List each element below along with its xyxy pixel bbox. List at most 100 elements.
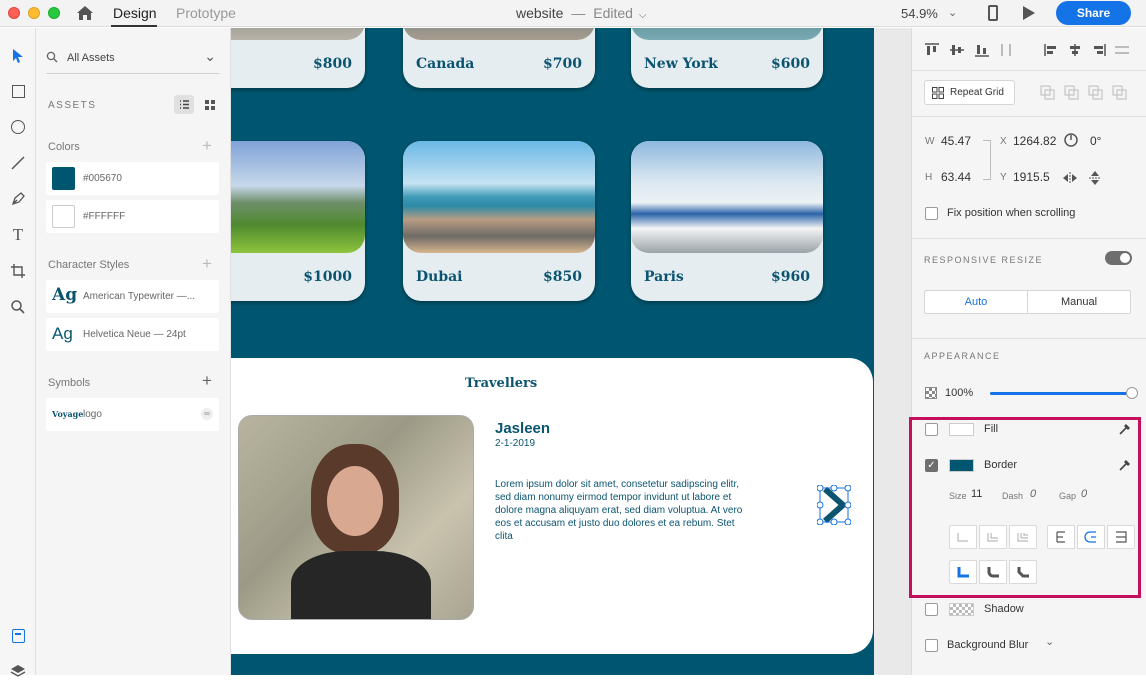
border-dash-field[interactable]: 0 (1030, 488, 1036, 500)
resize-auto-button[interactable]: Auto (924, 290, 1028, 314)
boolean-exclude-icon[interactable] (1112, 85, 1127, 103)
travellers-section[interactable]: Travellers Jasleen 2-1-2019 Lorem ipsum … (231, 358, 873, 654)
character-style-item[interactable]: Ag Helvetica Neue — 24pt (46, 318, 219, 351)
shadow-checkbox[interactable] (925, 603, 938, 616)
minimize-window-button[interactable] (28, 7, 40, 19)
join-bevel-icon[interactable] (1009, 560, 1037, 584)
layers-icon[interactable] (6, 658, 30, 682)
device-preview-icon[interactable] (988, 5, 998, 21)
repeat-grid-button[interactable]: Repeat Grid (924, 80, 1015, 105)
destination-card[interactable]: New York $600 (631, 28, 823, 88)
fill-label: Fill (984, 423, 999, 435)
line-tool-icon[interactable] (6, 151, 30, 175)
add-symbol-icon[interactable]: + (202, 371, 212, 391)
symbol-item[interactable]: Voyage logo ∞ (46, 398, 219, 431)
background-blur-checkbox[interactable] (925, 639, 938, 652)
fix-position-checkbox[interactable] (925, 207, 938, 220)
share-button[interactable]: Share (1056, 1, 1131, 25)
join-round-icon[interactable] (979, 560, 1007, 584)
align-right-icon[interactable] (1090, 43, 1106, 60)
rectangle-tool-icon[interactable] (6, 79, 30, 103)
ellipse-tool-icon[interactable] (6, 115, 30, 139)
shadow-swatch[interactable] (949, 603, 974, 616)
close-window-button[interactable] (8, 7, 20, 19)
border-checkbox[interactable]: ✓ (925, 459, 938, 472)
text-tool-icon[interactable]: T (6, 223, 30, 247)
assets-panel-icon[interactable] (6, 624, 30, 648)
height-field[interactable]: 63.44 (941, 170, 971, 184)
align-middle-icon[interactable] (949, 43, 965, 60)
align-left-icon[interactable] (1044, 43, 1060, 60)
opacity-value[interactable]: 100% (945, 387, 973, 399)
eyedropper-icon[interactable] (1118, 458, 1132, 475)
boolean-intersect-icon[interactable] (1088, 85, 1103, 103)
align-top-icon[interactable] (924, 43, 940, 60)
list-view-icon[interactable] (174, 95, 194, 114)
chevron-down-icon[interactable]: ⌄ (948, 6, 957, 19)
destination-card[interactable]: $1000 (231, 141, 365, 301)
stroke-outside-icon[interactable] (1107, 525, 1135, 549)
align-bottom-icon[interactable] (974, 43, 990, 60)
flip-vertical-icon[interactable] (1088, 170, 1102, 189)
chevron-down-icon[interactable]: ⌄ (1045, 635, 1054, 648)
destination-card[interactable]: Dubai $850 (403, 141, 595, 301)
cap-round-icon[interactable] (979, 525, 1007, 549)
boolean-add-icon[interactable] (1040, 85, 1055, 103)
next-arrow-chevron-icon[interactable] (816, 484, 852, 526)
tab-design[interactable]: Design (113, 5, 157, 21)
play-icon[interactable] (1022, 5, 1036, 24)
pen-tool-icon[interactable] (6, 187, 30, 211)
artboard[interactable]: nd $800 Canada $700 New York $600 $1000 … (231, 28, 874, 675)
destination-card[interactable]: Canada $700 (403, 28, 595, 88)
destination-card[interactable]: nd $800 (231, 28, 365, 88)
destination-price: $850 (543, 269, 582, 285)
responsive-resize-toggle[interactable] (1105, 251, 1132, 265)
cap-butt-icon[interactable] (949, 525, 977, 549)
stroke-center-icon[interactable] (1077, 525, 1105, 549)
x-label: X (1000, 136, 1007, 147)
document-name: website (516, 5, 564, 21)
rotation-field[interactable]: 0° (1090, 134, 1101, 148)
asset-filter-dropdown[interactable]: All Assets ⌄ (46, 46, 219, 74)
boolean-subtract-icon[interactable] (1064, 85, 1079, 103)
distribute-horizontal-icon[interactable] (1114, 43, 1130, 60)
destination-card[interactable]: Paris $960 (631, 141, 823, 301)
lock-aspect-icon[interactable] (983, 140, 991, 180)
border-color-swatch[interactable] (949, 459, 974, 472)
color-swatch-item[interactable]: #005670 (46, 162, 219, 195)
fill-checkbox[interactable] (925, 423, 938, 436)
artboard-tool-icon[interactable] (6, 259, 30, 283)
color-swatch-item[interactable]: #FFFFFF (46, 200, 219, 233)
distribute-vertical-icon[interactable] (1000, 43, 1012, 60)
grid-view-icon[interactable] (200, 95, 220, 114)
width-field[interactable]: 45.47 (941, 134, 971, 148)
chevron-down-icon: ⌄ (204, 48, 216, 64)
tab-prototype[interactable]: Prototype (176, 5, 236, 21)
eyedropper-icon[interactable] (1118, 422, 1132, 439)
add-character-style-icon[interactable]: + (202, 254, 212, 274)
align-center-icon[interactable] (1067, 43, 1083, 60)
zoom-window-button[interactable] (48, 7, 60, 19)
y-field[interactable]: 1915.5 (1013, 170, 1050, 184)
cap-square-icon[interactable] (1009, 525, 1037, 549)
add-color-icon[interactable]: + (202, 136, 212, 156)
border-gap-field[interactable]: 0 (1081, 488, 1087, 500)
resize-manual-button[interactable]: Manual (1027, 290, 1131, 314)
zoom-tool-icon[interactable] (6, 295, 30, 319)
document-title[interactable]: website — Edited ⌵ (516, 5, 646, 21)
opacity-slider-thumb[interactable] (1126, 387, 1138, 399)
x-field[interactable]: 1264.82 (1013, 134, 1056, 148)
stroke-inside-icon[interactable] (1047, 525, 1075, 549)
flip-horizontal-icon[interactable] (1062, 171, 1078, 188)
zoom-level[interactable]: 54.9% (901, 6, 938, 21)
select-tool-icon[interactable] (6, 44, 30, 68)
canvas[interactable]: nd $800 Canada $700 New York $600 $1000 … (231, 28, 911, 675)
opacity-slider[interactable] (990, 387, 1138, 399)
background-blur-label[interactable]: Background Blur (947, 639, 1028, 651)
join-miter-icon[interactable] (949, 560, 977, 584)
border-size-field[interactable]: 11 (971, 488, 982, 500)
home-icon[interactable] (76, 5, 94, 21)
fill-color-swatch[interactable] (949, 423, 974, 436)
rotate-icon[interactable] (1063, 132, 1079, 151)
character-style-item[interactable]: Ag American Typewriter —... (46, 280, 219, 313)
